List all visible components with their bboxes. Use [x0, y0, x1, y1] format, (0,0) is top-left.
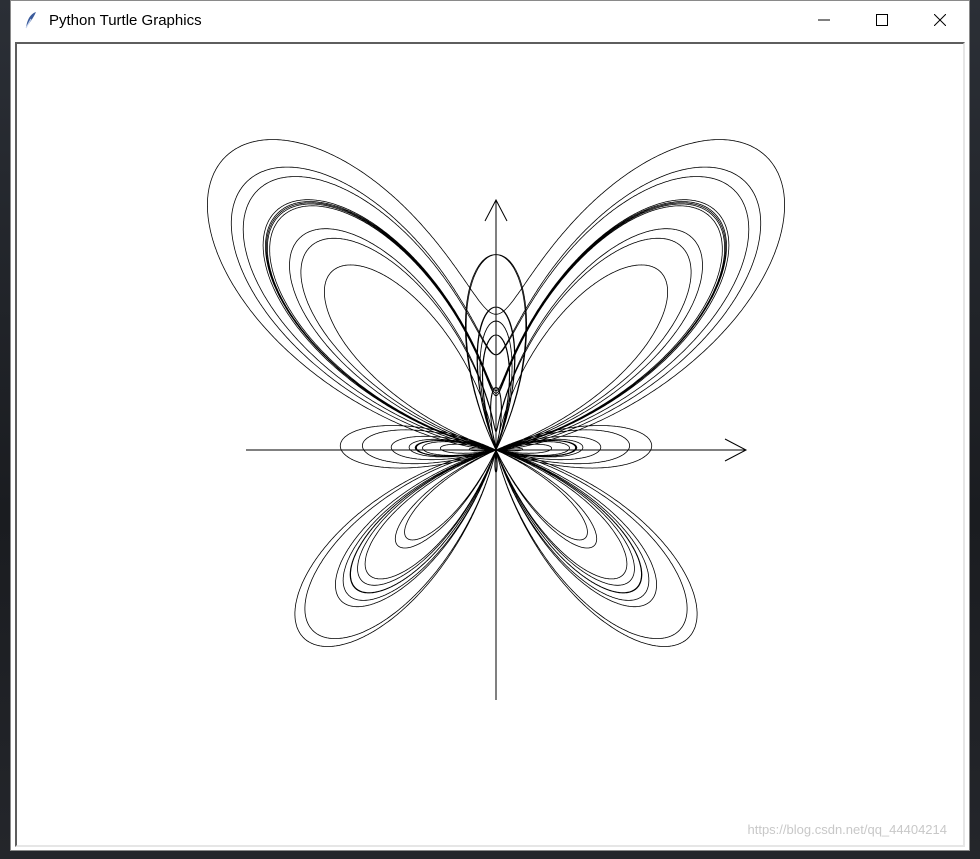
turtle-window[interactable]: Python Turtle Graphics https://blog.csdn…	[10, 0, 970, 851]
minimize-icon	[818, 19, 830, 21]
minimize-button[interactable]	[795, 1, 853, 39]
maximize-button[interactable]	[853, 1, 911, 39]
turtle-canvas[interactable]: https://blog.csdn.net/qq_44404214	[15, 42, 965, 847]
drawing-surface	[206, 139, 785, 700]
feather-icon	[23, 11, 39, 29]
close-icon	[934, 14, 946, 26]
maximize-icon	[876, 14, 888, 26]
title-bar[interactable]: Python Turtle Graphics	[11, 1, 969, 39]
close-button[interactable]	[911, 1, 969, 39]
watermark: https://blog.csdn.net/qq_44404214	[747, 822, 948, 837]
window-title: Python Turtle Graphics	[49, 11, 202, 29]
window-controls	[795, 1, 969, 39]
